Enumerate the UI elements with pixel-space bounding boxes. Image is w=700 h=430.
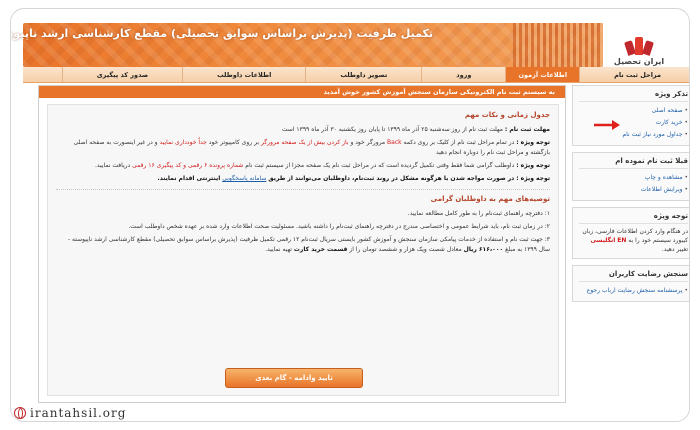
page-title: تکمیل ظرفیت (پذیرش براساس سوابق تحصیلی) … [11, 27, 433, 40]
main-panel: به سیستم ثبت نام الکترونیکی سازمان سنجش … [38, 85, 566, 403]
survey-title: سنجش رضایت کاربران [579, 270, 688, 282]
sidebar-link-tables[interactable]: جداول مورد نیاز ثبت نام [579, 129, 688, 141]
fee-amount: ۶۱۶،۰۰۰ ریال [463, 246, 504, 253]
reminder-box: تذکر ویژه صفحه اصلی خرید کارت جداول مورد… [572, 85, 689, 146]
buy-card-link[interactable]: قسمت خرید کارت [294, 246, 348, 253]
recommendation-item-3: ۳: جهت ثبت نام و استفاده از خدمات پیامکی… [56, 235, 550, 255]
note1-paragraph: توجه ویژه : در تمام مراحل ثبت نام از کلی… [56, 138, 550, 158]
watermark-text: irantahsil.org [30, 406, 127, 420]
note1-label: توجه ویژه : [516, 139, 550, 146]
survey-box: سنجش رضایت کاربران پرسشنامه سنجش رضایت ا… [572, 265, 689, 302]
note1-text: در تمام مراحل ثبت نام از کلیک بر روی دکم… [403, 139, 515, 146]
nav-applicant-info[interactable]: اطلاعات داوطلب [182, 67, 305, 82]
screenshot-frame: تکمیل ظرفیت (پذیرش براساس سوابق تحصیلی) … [10, 8, 690, 422]
registered-title: قبلا ثبت نام نموده ام [579, 157, 688, 169]
registered-box: قبلا ثبت نام نموده ام مشاهده و چاپ ویرای… [572, 152, 689, 201]
note3-label: توجه ویژه : [516, 175, 550, 182]
nav-login[interactable]: ورود [421, 67, 505, 82]
note1-text: بر روی کامپیوتر خود [208, 139, 260, 146]
banner-ornament [513, 23, 603, 67]
globe-icon [14, 407, 26, 419]
deadline-text: مهلت ثبت نام از روز سه‌شنبه ۲۵ آذر ماه ۱… [281, 126, 503, 133]
notice-en: EN [617, 237, 627, 244]
nav-exam-info[interactable]: اطلاعات آزمون [505, 67, 580, 82]
notice-text: در هنگام وارد کردن اطلاعات فارسی، زبان ک… [579, 227, 688, 254]
support-link[interactable]: سامانه پاسخگویی [222, 175, 266, 182]
sidebar-link-view-print[interactable]: مشاهده و چاپ [579, 172, 688, 184]
nav-tracking-code[interactable]: صدور کد پیگیری [61, 67, 182, 82]
sidebar: تذکر ویژه صفحه اصلی خرید کارت جداول مورد… [572, 85, 689, 308]
note2-paragraph: توجه ویژه : داوطلب گرامی شما فقط وقتی تک… [56, 161, 550, 171]
note1-warning: باز کردن بیش از یک صفحه مرورگر [260, 139, 349, 146]
welcome-header: به سیستم ثبت نام الکترونیکی سازمان سنجش … [39, 86, 565, 98]
note1-warning: جداً خودداری نمایید [159, 139, 207, 146]
note3-text: اینترنتی اقدام نمایند. [157, 175, 221, 182]
note2-text: دریافت نمایید. [94, 162, 131, 169]
note2-warning: شماره پرونده ۶ رقمی و کد پیگیری ۱۶ رقمی [132, 162, 244, 169]
deadline-label: مهلت ثبت نام : [504, 126, 550, 133]
nav-photo[interactable]: تصویر داوطلب [305, 67, 421, 82]
books-icon [624, 35, 654, 56]
notice-english: انگلیسی [590, 237, 616, 244]
deadline-paragraph: مهلت ثبت نام : مهلت ثبت نام از روز سه‌شن… [56, 125, 550, 135]
nav-steps[interactable]: مراحل ثبت نام [579, 67, 689, 82]
note3-text: در صورت مواجه شدن با هرگونه مشکل در روند… [268, 175, 515, 182]
timetable-title: جدول زمانی و نکات مهم [464, 111, 550, 119]
sidebar-link-survey[interactable]: پرسشنامه سنجش رضایت ارباب رجوع [579, 285, 688, 297]
note1-back: Back [387, 139, 402, 146]
header-banner: تکمیل ظرفیت (پذیرش براساس سوابق تحصیلی) … [11, 23, 603, 67]
note1-text: مرورگر خود و [350, 139, 386, 146]
main-nav: مراحل ثبت نام اطلاعات آزمون ورود تصویر د… [23, 67, 689, 83]
item3-text: تهیه نمایید. [265, 246, 292, 253]
notice-text-part: تغییر دهید. [661, 246, 688, 253]
note2-label: توجه ویژه : [516, 162, 550, 169]
item3-text: معادل شصت ویک هزار و ششصد تومان را از [349, 246, 462, 253]
reminder-title: تذکر ویژه [579, 90, 688, 102]
divider [56, 189, 550, 190]
notice-box: توجه ویژه در هنگام وارد کردن اطلاعات فار… [572, 207, 689, 259]
red-arrow-icon [594, 120, 620, 130]
watermark: irantahsil.org [14, 406, 126, 420]
sidebar-link-edit-info[interactable]: ویرایش اطلاعات [579, 184, 688, 196]
recommendation-item-2: ۲: در زمان ثبت نام، باید شرایط عمومی و ا… [128, 223, 550, 230]
sidebar-link-home[interactable]: صفحه اصلی [579, 105, 688, 117]
confirm-next-button[interactable]: تایید وادامه - گام بعدی [225, 368, 363, 388]
recommendations-title: توصیه‌های مهم به داوطلبان گرامی [430, 195, 550, 203]
note3-paragraph: توجه ویژه : در صورت مواجه شدن با هرگونه … [56, 174, 550, 184]
notice-title: توجه ویژه [579, 212, 688, 224]
note2-text: داوطلب گرامی شما فقط وقتی تکمیل گردیده ا… [245, 162, 515, 169]
content-box: جدول زمانی و نکات مهم مهلت ثبت نام : مهل… [47, 104, 559, 396]
recommendation-item-1: ۱: دفترچه راهنمای ثبت‌نام را به طور کامل… [407, 210, 550, 217]
logo-text: ایران تحصیل [613, 56, 665, 66]
